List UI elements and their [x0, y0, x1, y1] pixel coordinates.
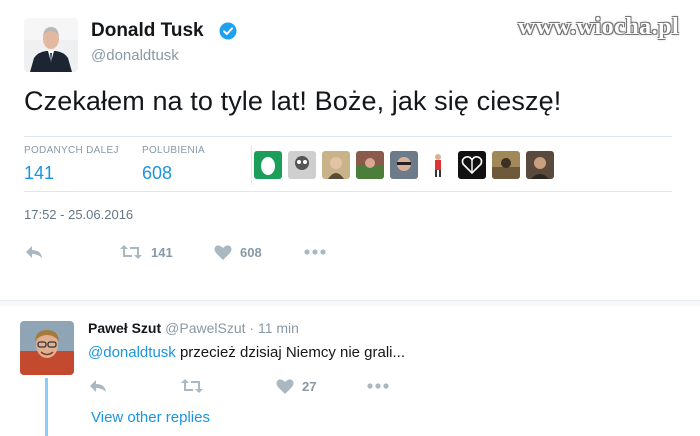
liker-avatar[interactable] [458, 151, 486, 179]
retweets-stat[interactable]: PODANYCH DALEJ 141 [24, 145, 119, 184]
tweet-stats: PODANYCH DALEJ 141 POLUBIENIA 608 [24, 136, 672, 192]
watermark: www.wiocha.pl [518, 14, 680, 40]
retweets-label: PODANYCH DALEJ [24, 145, 119, 156]
liker-avatar[interactable] [390, 151, 418, 179]
view-other-replies-link[interactable]: View other replies [91, 409, 210, 426]
reply-separator: · [245, 320, 258, 336]
retweet-icon [120, 245, 142, 259]
tweet-timestamp[interactable]: 17:52 - 25.06.2016 [24, 207, 133, 222]
reply-avatar[interactable] [20, 321, 74, 375]
mention-link[interactable]: @donaldtusk [88, 344, 176, 361]
reply-like-count: 27 [302, 378, 317, 394]
heart-icon [214, 244, 232, 260]
liker-avatar[interactable] [492, 151, 520, 179]
tweet-actions: 141 608 [24, 240, 424, 268]
likes-stat[interactable]: POLUBIENIA 608 [142, 145, 205, 184]
reply-retweet-button[interactable] [180, 374, 204, 398]
reply-actions: 27 [88, 374, 448, 398]
like-count: 608 [240, 244, 262, 260]
avatar[interactable] [24, 18, 78, 72]
more-dots-icon [304, 249, 326, 255]
reply-time[interactable]: 11 min [258, 320, 299, 336]
verified-badge-icon [219, 22, 237, 40]
reply-button[interactable] [24, 240, 44, 264]
likes-value: 608 [142, 163, 173, 183]
tweet-text: Czekałem na to tyle lat! Boże, jak się c… [24, 86, 562, 116]
author-handle[interactable]: @donaldtusk [91, 47, 179, 64]
reply-author-name[interactable]: Paweł Szut [88, 320, 161, 336]
author-name[interactable]: Donald Tusk [91, 20, 204, 42]
thread-line [45, 378, 48, 436]
reply-author-handle[interactable]: @PawelSzut [165, 320, 245, 336]
liker-avatar[interactable] [424, 151, 452, 179]
reply-icon [90, 380, 106, 392]
stats-divider [251, 145, 252, 185]
heart-icon [276, 378, 294, 394]
reply-text-body: przecież dzisiaj Niemcy nie grali... [175, 344, 406, 361]
retweet-icon [181, 379, 203, 393]
retweet-count: 141 [151, 244, 173, 260]
reply-more-button[interactable] [366, 374, 390, 398]
liker-avatar[interactable] [356, 151, 384, 179]
like-button[interactable]: 608 [214, 240, 262, 264]
more-dots-icon [367, 383, 389, 389]
reply-icon [26, 246, 42, 258]
main-tweet: Donald Tusk @donaldtusk www.wiocha.pl Cz… [0, 0, 700, 300]
liker-avatar[interactable] [526, 151, 554, 179]
reply-header: Paweł Szut @PawelSzut · 11 min [88, 320, 299, 336]
likes-label: POLUBIENIA [142, 145, 206, 156]
reply-reply-button[interactable] [88, 374, 108, 398]
more-button[interactable] [303, 240, 327, 264]
liker-avatar[interactable] [322, 151, 350, 179]
reply-text: @donaldtusk przecież dzisiaj Niemcy nie … [88, 344, 405, 361]
retweets-value: 141 [24, 163, 55, 183]
liker-avatar[interactable] [254, 151, 282, 179]
retweet-button[interactable]: 141 [119, 240, 173, 264]
reply-like-button[interactable]: 27 [276, 374, 316, 398]
liker-avatar[interactable] [288, 151, 316, 179]
